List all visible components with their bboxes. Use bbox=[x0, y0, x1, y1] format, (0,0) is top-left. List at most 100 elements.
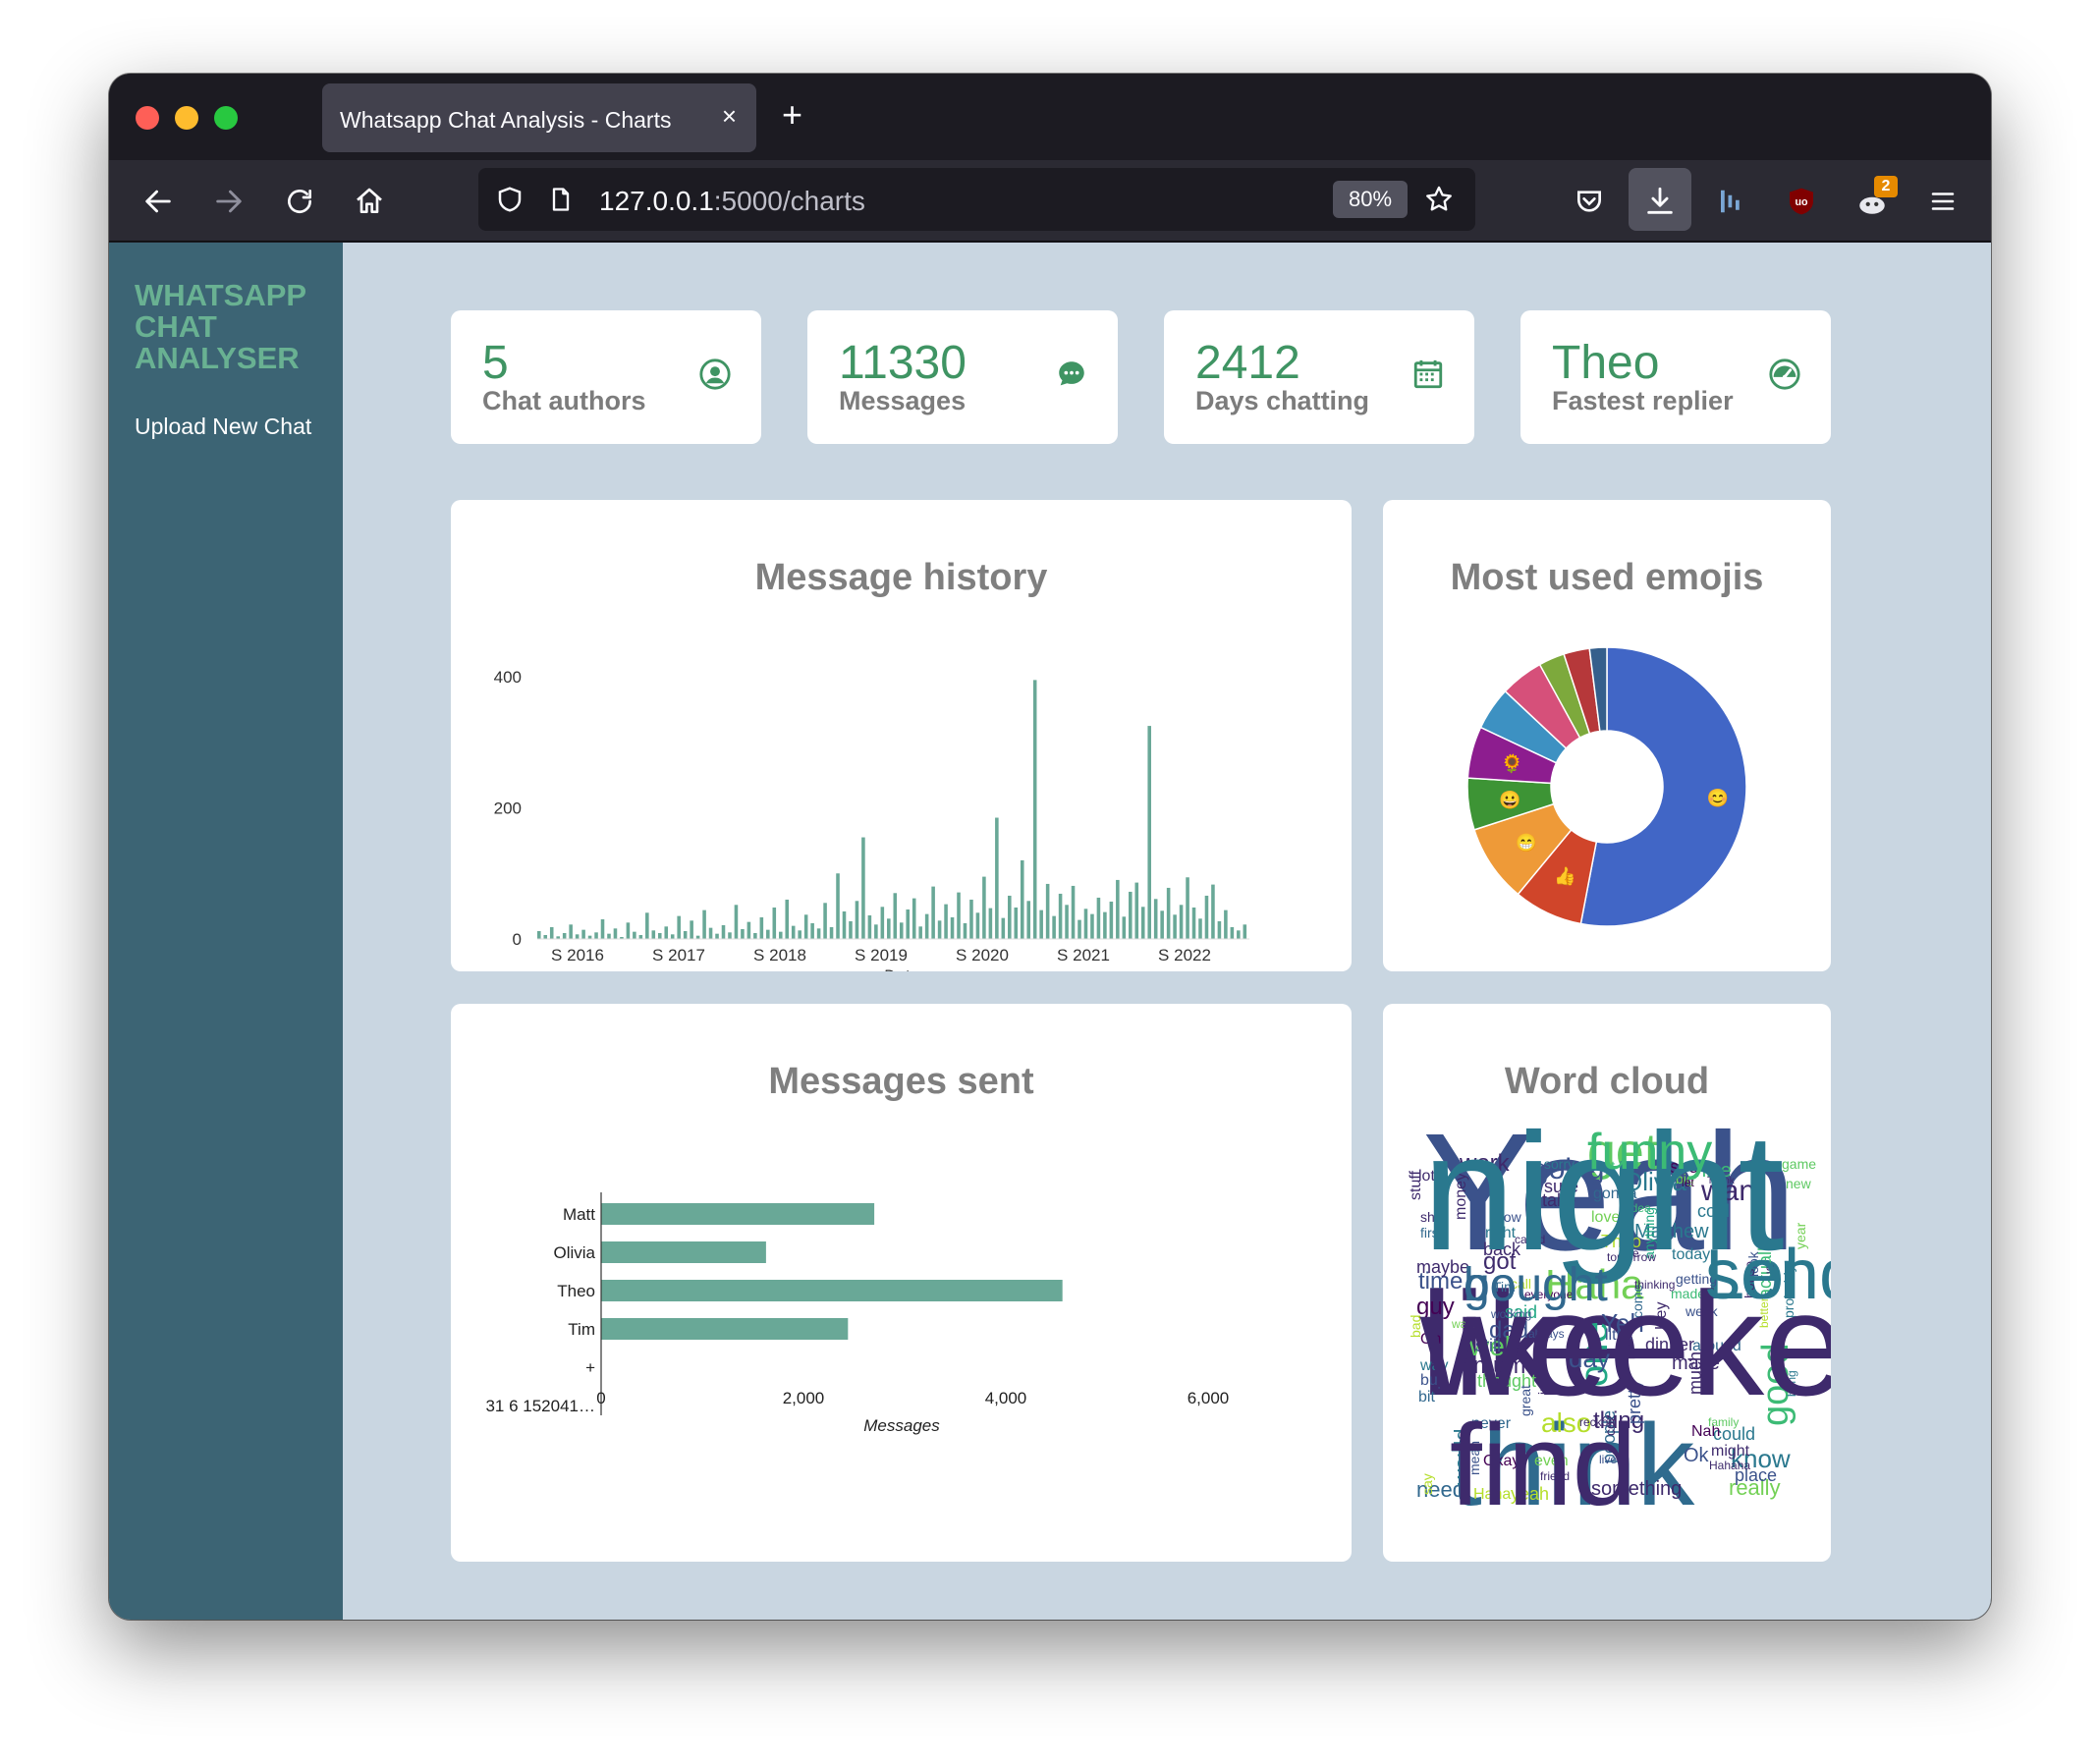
stat-label: Messages bbox=[839, 386, 967, 415]
category-label: + bbox=[585, 1358, 595, 1377]
history-bar bbox=[969, 899, 973, 939]
emoji-panel: Most used emojis 😊 👍 😁 😀 🌻 bbox=[1383, 500, 1831, 971]
close-tab-icon[interactable]: × bbox=[722, 101, 737, 132]
pocket-icon[interactable] bbox=[1568, 180, 1611, 223]
minimize-window-button[interactable] bbox=[175, 106, 198, 130]
history-bar bbox=[874, 924, 878, 939]
ublock-icon[interactable]: uo bbox=[1780, 180, 1823, 223]
tab-active[interactable]: Whatsapp Chat Analysis - Charts × bbox=[322, 83, 756, 152]
history-bar bbox=[912, 898, 916, 939]
history-bar bbox=[816, 928, 821, 939]
page-icon[interactable] bbox=[539, 178, 582, 221]
history-bar bbox=[1071, 885, 1076, 939]
history-bar bbox=[728, 932, 732, 939]
x-tick-label: S 2021 bbox=[1057, 946, 1110, 965]
word-cloud-word: funny bbox=[1587, 1124, 1712, 1181]
messages-sent-chart: Matt Olivia Theo Tim +31 6 152041… 0 2,000 4,00… bbox=[485, 1192, 1229, 1435]
upload-new-chat-link[interactable]: Upload New Chat bbox=[135, 413, 311, 440]
chat-bubble-icon bbox=[1059, 361, 1084, 386]
message-history-chart: 0 200 400 S 2016 S 2017 S 2018 S 2019 S 2020 S 2… bbox=[494, 668, 1249, 971]
history-bar bbox=[753, 932, 757, 939]
messages-sent-panel: Messages sent Matt Olivia Theo Tim +31 6 152… bbox=[451, 1004, 1352, 1562]
reload-icon[interactable] bbox=[278, 180, 321, 223]
extension-icon[interactable] bbox=[1709, 180, 1752, 223]
history-bar bbox=[931, 886, 935, 939]
back-icon[interactable] bbox=[137, 180, 180, 223]
history-bar bbox=[829, 926, 834, 939]
history-bar bbox=[575, 934, 580, 939]
url-text[interactable]: 127.0.0.1:5000/charts bbox=[599, 186, 865, 217]
sidebar: WHATSAPP CHAT ANALYSER Upload New Chat bbox=[109, 243, 343, 1620]
history-bar bbox=[899, 922, 904, 939]
stat-label: Chat authors bbox=[482, 386, 646, 415]
star-icon[interactable] bbox=[1417, 178, 1461, 221]
download-icon[interactable] bbox=[1638, 180, 1682, 223]
history-bar bbox=[1147, 726, 1151, 939]
history-bar bbox=[651, 930, 656, 939]
history-bar bbox=[759, 916, 764, 939]
stat-card-authors: 5 Chat authors bbox=[451, 310, 761, 444]
history-bar bbox=[1109, 901, 1114, 939]
history-bar bbox=[562, 932, 567, 939]
stat-card-days: 2412 Days chatting bbox=[1164, 310, 1474, 444]
menu-icon[interactable] bbox=[1921, 180, 1964, 223]
home-icon[interactable] bbox=[348, 180, 391, 223]
shield-icon[interactable] bbox=[488, 178, 531, 221]
history-bar bbox=[988, 908, 993, 939]
history-bar bbox=[1134, 882, 1139, 939]
zoom-level-button[interactable]: 80% bbox=[1333, 181, 1408, 218]
history-bar bbox=[1045, 883, 1050, 939]
history-bar bbox=[1058, 893, 1063, 939]
close-window-button[interactable] bbox=[136, 106, 159, 130]
stat-value: 2412 bbox=[1195, 337, 1300, 389]
x-tick-label: S 2017 bbox=[652, 946, 705, 965]
history-bar bbox=[607, 933, 611, 939]
word-cloud-word: game bbox=[1782, 1156, 1816, 1172]
x-tick-label: 0 bbox=[596, 1389, 605, 1407]
history-bar bbox=[734, 905, 739, 939]
history-bar bbox=[867, 914, 872, 939]
history-bar bbox=[677, 915, 681, 939]
history-bar bbox=[1243, 924, 1247, 939]
history-bar bbox=[537, 930, 541, 939]
x-tick-label: S 2022 bbox=[1158, 946, 1211, 965]
history-bar bbox=[861, 837, 865, 939]
browser-window: Whatsapp Chat Analysis - Charts × + 127.… bbox=[109, 74, 1991, 1620]
history-bar bbox=[1026, 901, 1030, 939]
x-tick-label: S 2019 bbox=[855, 946, 908, 965]
history-bar bbox=[1014, 907, 1019, 939]
new-tab-button[interactable]: + bbox=[782, 97, 802, 133]
word-cloud-image: YeahlikethinkLolgetgo HahagoodonewantOliv… bbox=[1408, 1099, 1831, 1530]
user-circle-icon bbox=[699, 358, 731, 390]
history-bar bbox=[543, 934, 548, 939]
history-bar bbox=[975, 912, 980, 939]
brand-logo[interactable]: WHATSAPP CHAT ANALYSER bbox=[135, 280, 331, 374]
category-label: Tim bbox=[568, 1320, 595, 1339]
zoom-window-button[interactable] bbox=[214, 106, 238, 130]
history-bar bbox=[950, 916, 955, 939]
history-bar bbox=[683, 930, 688, 939]
url-host: 127.0.0.1 bbox=[599, 186, 714, 216]
address-bar[interactable]: 127.0.0.1:5000/charts 80% bbox=[478, 168, 1475, 231]
x-tick-label: 2,000 bbox=[783, 1389, 825, 1407]
history-bar bbox=[1224, 910, 1228, 939]
history-bar bbox=[937, 920, 942, 939]
history-bar bbox=[995, 817, 999, 939]
history-bar bbox=[645, 912, 649, 939]
x-tick-label: S 2020 bbox=[956, 946, 1009, 965]
y-tick-label: 0 bbox=[513, 930, 522, 949]
history-bar bbox=[1103, 911, 1107, 939]
sent-bar bbox=[601, 1280, 1063, 1301]
forward-icon[interactable] bbox=[207, 180, 250, 223]
history-bar bbox=[1217, 920, 1222, 939]
history-bar bbox=[1065, 905, 1069, 939]
history-bar bbox=[823, 903, 827, 939]
svg-text:uo: uo bbox=[1795, 196, 1808, 208]
history-bar bbox=[1186, 877, 1189, 939]
history-bar bbox=[721, 924, 726, 939]
stat-label: Days chatting bbox=[1195, 386, 1370, 415]
history-bar bbox=[670, 934, 675, 939]
x-tick-label: S 2016 bbox=[551, 946, 604, 965]
history-bar bbox=[1204, 895, 1209, 939]
history-bar bbox=[594, 932, 598, 939]
